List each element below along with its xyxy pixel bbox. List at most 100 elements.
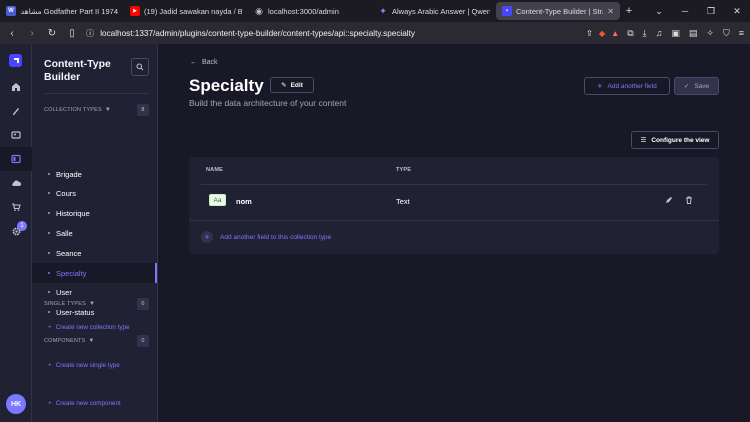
tab-title: (19) Jadid sawakan nayda / Bwin [144, 6, 242, 16]
tab-title: Content-Type Builder | Strap [516, 6, 604, 16]
search-icon [136, 63, 144, 71]
browser-toolbar: ‹ › ↻ ▯ ⓘ localhost:1337/admin/plugins/c… [0, 22, 750, 44]
sidebar-item-label: Salle [56, 228, 73, 238]
bullet-icon [48, 232, 50, 234]
settings-gear-icon[interactable]: 1 [0, 219, 32, 243]
leo-icon[interactable]: ✧ [706, 28, 714, 39]
back-link[interactable]: ← Back [190, 59, 218, 66]
strapi-icon: ▪ [502, 6, 512, 16]
sidebar-item-label: Seance [56, 248, 82, 258]
check-icon: ✓ [683, 83, 690, 90]
forward-arrow-icon[interactable]: › [26, 28, 38, 39]
tab-favicon-icon: W [6, 6, 16, 16]
sidebar-item-historique[interactable]: Historique [44, 205, 157, 221]
cloud-icon[interactable] [0, 171, 32, 195]
field-name: nom [236, 197, 252, 206]
browser-tab[interactable]: ✦ Always Arabic Answer | Qwen [372, 0, 496, 22]
table-divider [201, 184, 707, 185]
caret-down-icon: ▼ [89, 301, 96, 307]
trash-icon[interactable] [684, 195, 694, 205]
link-label: Create new single type [55, 362, 120, 369]
download-icon[interactable]: ⤓ [643, 28, 647, 39]
url-bar[interactable]: ⓘ localhost:1337/admin/plugins/content-t… [86, 24, 619, 42]
plus-icon: + [597, 81, 603, 91]
components-header[interactable]: COMPONENTS ▼ 0 [44, 335, 149, 347]
globe-icon: ◉ [255, 5, 263, 16]
rewards-icon[interactable]: ▲ [611, 29, 619, 38]
plus-icon: + [48, 324, 52, 331]
bullet-icon [48, 212, 50, 214]
sidebar-item-label: Brigade [56, 169, 82, 179]
minimize-icon[interactable]: ─ [672, 0, 698, 22]
edit-button[interactable]: ✎ Edit [270, 77, 314, 93]
edit-pencil-icon[interactable] [664, 195, 674, 205]
browser-tab[interactable]: ◉ localhost:3000/admin [248, 0, 372, 22]
content-type-sidebar: Content-Type Builder COLLECTION TYPES ▼ … [32, 44, 158, 422]
vpn-icon[interactable]: ⛉ [723, 28, 730, 39]
create-collection-type-link[interactable]: + Create new collection type [48, 324, 130, 331]
link-label: Add another field to this collection typ… [220, 233, 332, 241]
marketplace-cart-icon[interactable] [0, 195, 32, 219]
back-arrow-icon[interactable]: ‹ [6, 28, 18, 39]
save-button[interactable]: ✓ Save [674, 77, 719, 95]
browser-tab[interactable]: W Godfather Part II 1974 مشاهدة فيلم [0, 0, 124, 22]
extensions-icon[interactable]: ⧉ [627, 28, 633, 39]
reload-icon[interactable]: ↻ [46, 28, 58, 39]
bullet-icon [48, 311, 50, 313]
bullet-icon [48, 291, 50, 293]
close-icon[interactable]: ✕ [607, 7, 614, 16]
button-label: Save [694, 82, 710, 90]
brave-shield-icon[interactable]: ◆ [599, 28, 605, 38]
tab-list-icon[interactable]: ⌄ [646, 0, 672, 22]
add-field-to-collection-link[interactable]: + Add another field to this collection t… [201, 231, 331, 243]
share-icon[interactable]: ⇪ [586, 28, 593, 38]
sidebar-item-brigade[interactable]: Brigade [44, 166, 157, 182]
link-label: Create new collection type [55, 324, 130, 331]
menu-icon[interactable]: ≡ [739, 28, 744, 39]
browser-tab-strip: W Godfather Part II 1974 مشاهدة فيلم ▶ (… [0, 0, 750, 22]
bookmark-icon[interactable]: ▯ [66, 28, 78, 39]
add-another-field-button[interactable]: + Add another field [584, 77, 670, 95]
column-header-name: NAME [206, 167, 223, 173]
tab-title: Godfather Part II 1974 مشاهدة فيلم [20, 6, 118, 16]
back-label: Back [202, 59, 218, 66]
music-icon[interactable]: ♫ [656, 28, 663, 39]
media-library-icon[interactable] [0, 123, 32, 147]
section-label: COMPONENTS [44, 338, 86, 344]
tab-title: localhost:3000/admin [268, 6, 339, 16]
content-manager-icon[interactable] [0, 99, 32, 123]
create-component-link[interactable]: + Create new component [48, 400, 121, 407]
main-nav: 1 HK [0, 44, 32, 422]
site-info-icon[interactable]: ⓘ [86, 27, 94, 39]
single-count-badge: 0 [137, 298, 149, 310]
sidebar-item-label: Specialty [56, 268, 87, 278]
maximize-icon[interactable]: ❐ [698, 0, 724, 22]
sidebar-item-salle[interactable]: Salle [44, 225, 157, 241]
configure-view-button[interactable]: ☰ Configure the view [631, 131, 719, 149]
single-types-header[interactable]: SINGLE TYPES ▼ 0 [44, 298, 149, 310]
content-type-builder-icon[interactable] [0, 147, 32, 171]
sidebar-search-button[interactable] [131, 58, 149, 76]
browser-tab[interactable]: ▶ (19) Jadid sawakan nayda / Bwin [124, 0, 248, 22]
sidebar-item-label: User [56, 287, 72, 297]
caret-down-icon: ▼ [104, 107, 111, 113]
sidebar-item-specialty[interactable]: Specialty [32, 263, 157, 283]
browser-tab-active[interactable]: ▪ Content-Type Builder | Strap ✕ [496, 2, 620, 20]
toolbar-icons: ⧉ ⤓ ♫ ▣ ▤ ✧ ⛉ ≡ [627, 28, 744, 39]
sidebar-divider [44, 93, 149, 94]
collection-types-header[interactable]: COLLECTION TYPES ▼ 8 [44, 104, 149, 116]
sidebar-item-cours[interactable]: Cours [44, 185, 157, 201]
create-single-type-link[interactable]: + Create new single type [48, 362, 120, 369]
wallet-icon[interactable]: ▤ [689, 28, 698, 39]
plus-icon: + [48, 400, 52, 407]
components-count-badge: 0 [137, 335, 149, 347]
sidebar-icon[interactable]: ▣ [671, 28, 680, 39]
home-icon[interactable] [0, 75, 32, 99]
user-avatar[interactable]: HK [6, 394, 26, 414]
new-tab-button[interactable]: + [620, 5, 638, 17]
close-window-icon[interactable]: ✕ [724, 0, 750, 22]
sidebar-item-seance[interactable]: Seance [44, 245, 157, 261]
url-text[interactable]: localhost:1337/admin/plugins/content-typ… [100, 29, 415, 38]
strapi-logo-icon[interactable] [9, 54, 22, 67]
pencil-icon: ✎ [281, 82, 287, 89]
